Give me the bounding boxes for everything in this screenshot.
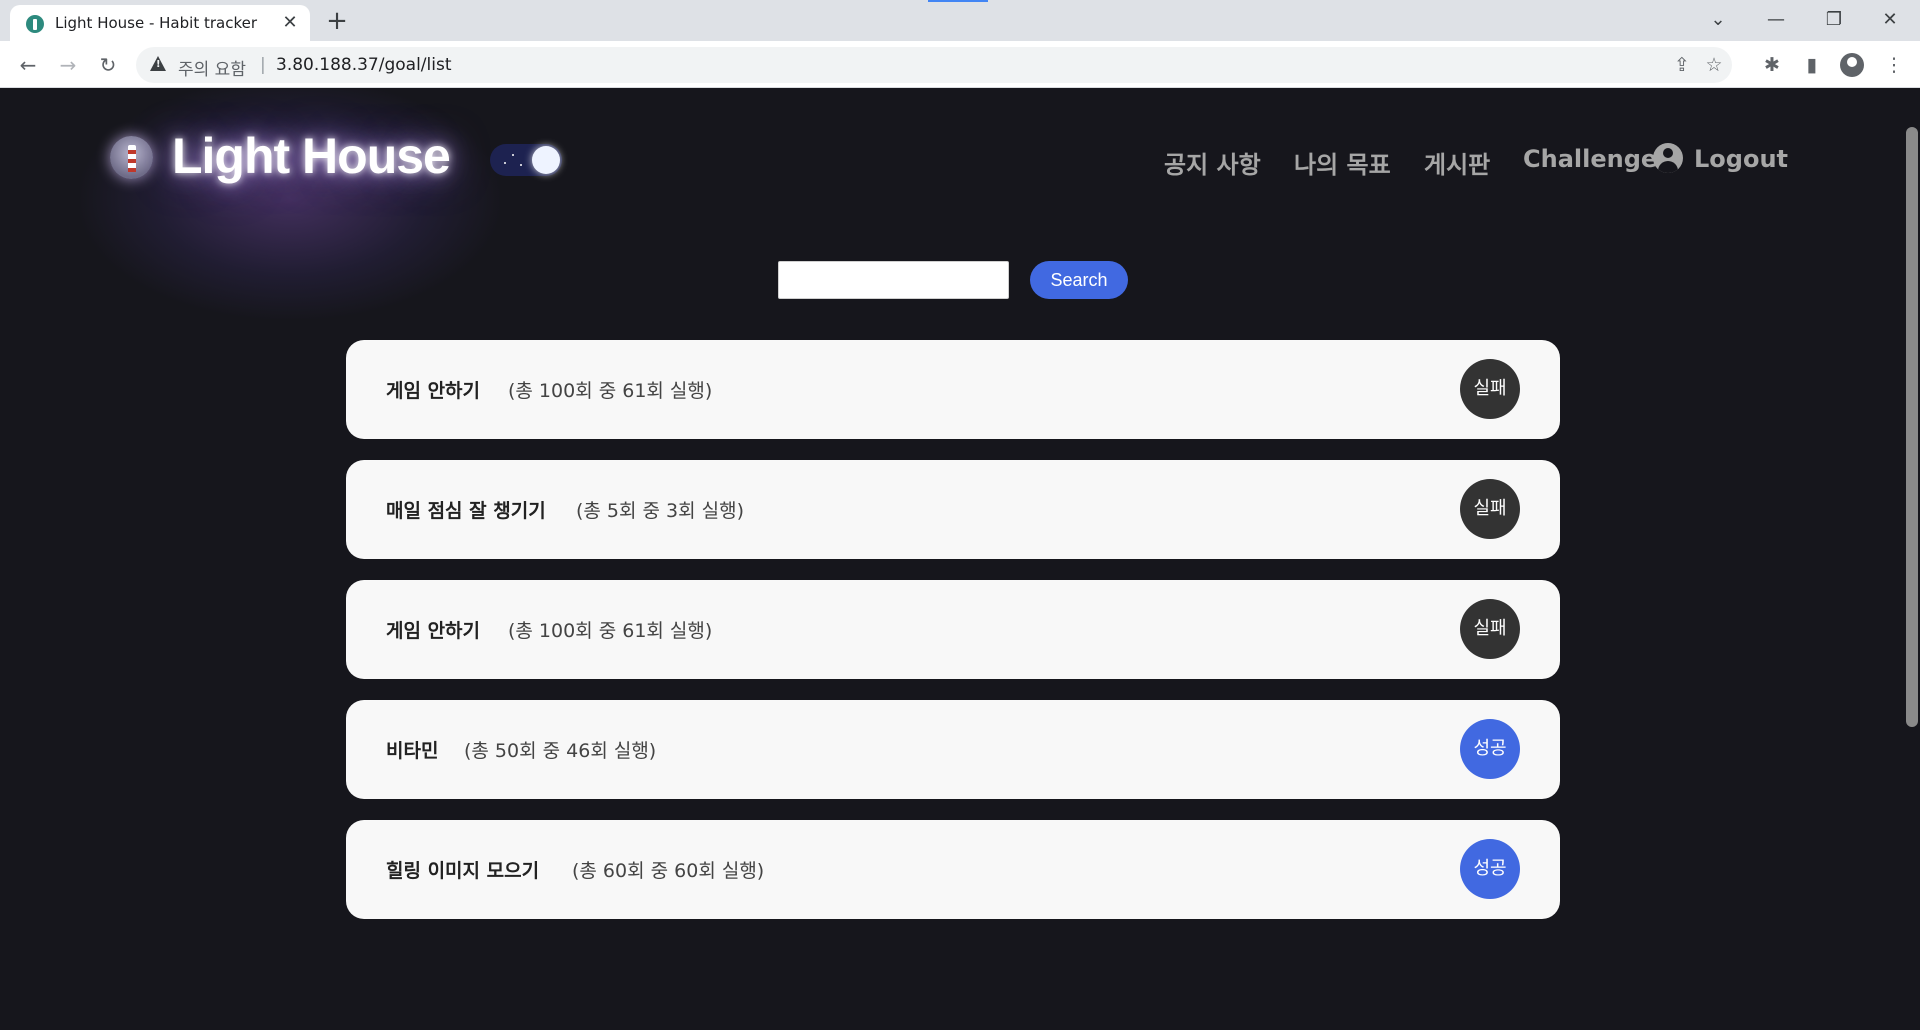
- browser-menu-icon[interactable]: ⋮: [1880, 51, 1908, 79]
- goal-title[interactable]: 힐링 이미지 모으기: [386, 856, 539, 883]
- search-input[interactable]: [778, 261, 1009, 299]
- user-icon[interactable]: [1653, 143, 1683, 173]
- bookmark-star-icon[interactable]: ☆: [1702, 53, 1726, 77]
- star-icon: [512, 154, 514, 156]
- lighthouse-favicon-icon: [26, 15, 44, 33]
- close-window-button[interactable]: ✕: [1862, 2, 1918, 38]
- search-button[interactable]: Search: [1030, 261, 1128, 299]
- minimize-button[interactable]: —: [1748, 2, 1804, 38]
- address-bar[interactable]: 주의 요함 | 3.80.188.37/goal/list ⇪ ☆: [136, 47, 1732, 83]
- star-icon: [520, 164, 522, 166]
- browser-toolbar: ← → ↻ 주의 요함 | 3.80.188.37/goal/list ⇪ ☆ …: [0, 41, 1920, 88]
- warning-icon[interactable]: [150, 56, 166, 71]
- tab-loading-indicator: [928, 0, 988, 2]
- goal-progress: (총 100회 중 61회 실행): [508, 380, 713, 402]
- profile-avatar-icon[interactable]: [1840, 53, 1864, 77]
- status-badge: 실패: [1460, 359, 1520, 419]
- nav-my-goals[interactable]: 나의 목표: [1294, 145, 1391, 180]
- logo-glow: [80, 89, 500, 319]
- goal-progress: (총 50회 중 46회 실행): [464, 740, 657, 762]
- goal-title[interactable]: 게임 안하기: [386, 616, 480, 643]
- nav-challenge[interactable]: Challenge: [1523, 145, 1657, 173]
- page-scrollbar[interactable]: [1903, 89, 1920, 1030]
- status-badge: 성공: [1460, 719, 1520, 779]
- status-badge: 실패: [1460, 479, 1520, 539]
- goal-progress: (총 5회 중 3회 실행): [576, 500, 745, 522]
- page-viewport: Light House 공지 사항 나의 목표 게시판 Challenge Lo…: [0, 89, 1920, 1030]
- restore-button[interactable]: ❐: [1806, 2, 1862, 38]
- browser-tab[interactable]: Light House - Habit tracker ✕: [10, 5, 310, 41]
- tab-title: Light House - Habit tracker: [55, 14, 258, 32]
- forward-icon[interactable]: →: [52, 49, 84, 81]
- star-icon: [504, 162, 506, 164]
- goal-title[interactable]: 게임 안하기: [386, 376, 480, 403]
- side-panel-icon[interactable]: ▮: [1798, 51, 1826, 79]
- lighthouse-tower-icon: [128, 145, 136, 172]
- theme-toggle[interactable]: [490, 144, 562, 176]
- nav-notice[interactable]: 공지 사항: [1164, 145, 1261, 180]
- brand-title[interactable]: Light House: [172, 127, 451, 185]
- new-tab-button[interactable]: +: [322, 6, 352, 36]
- goal-card[interactable]: 매일 점심 잘 챙기기 (총 5회 중 3회 실행) 실패: [346, 460, 1560, 559]
- extensions-icon[interactable]: ✱: [1758, 51, 1786, 79]
- moon-icon: [532, 146, 560, 174]
- goal-card[interactable]: 비타민 (총 50회 중 46회 실행) 성공: [346, 700, 1560, 799]
- tab-search-icon[interactable]: ⌄: [1690, 2, 1746, 38]
- nav-logout[interactable]: Logout: [1694, 145, 1788, 173]
- goal-card[interactable]: 게임 안하기 (총 100회 중 61회 실행) 실패: [346, 580, 1560, 679]
- goal-title[interactable]: 비타민: [386, 736, 438, 763]
- tab-close-icon[interactable]: ✕: [280, 13, 300, 33]
- share-icon[interactable]: ⇪: [1670, 53, 1694, 77]
- nav-board[interactable]: 게시판: [1424, 145, 1490, 180]
- goal-card[interactable]: 힐링 이미지 모으기 (총 60회 중 60회 실행) 성공: [346, 820, 1560, 919]
- address-separator: |: [260, 55, 266, 75]
- reload-icon[interactable]: ↻: [92, 49, 124, 81]
- security-label[interactable]: 주의 요함: [178, 55, 246, 80]
- scrollbar-thumb[interactable]: [1906, 127, 1918, 727]
- goal-card[interactable]: 게임 안하기 (총 100회 중 61회 실행) 실패: [346, 340, 1560, 439]
- goal-progress: (총 100회 중 61회 실행): [508, 620, 713, 642]
- browser-tabstrip: Light House - Habit tracker ✕ + ⌄ — ❐ ✕: [0, 0, 1920, 41]
- status-badge: 실패: [1460, 599, 1520, 659]
- goal-progress: (총 60회 중 60회 실행): [572, 860, 765, 882]
- lighthouse-logo-icon[interactable]: [110, 136, 153, 179]
- status-badge: 성공: [1460, 839, 1520, 899]
- url-text[interactable]: 3.80.188.37/goal/list: [276, 55, 452, 75]
- goal-title[interactable]: 매일 점심 잘 챙기기: [386, 496, 546, 523]
- back-icon[interactable]: ←: [12, 49, 44, 81]
